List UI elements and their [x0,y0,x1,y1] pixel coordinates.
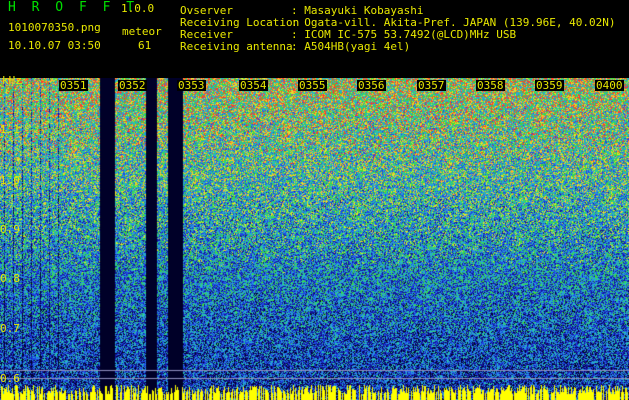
x-tick-label: 0358 [476,79,505,92]
app-title: H R O F F T [8,0,139,15]
capture-datetime: 10.10.07 03:50 [8,39,101,52]
x-tick-label: 0354 [239,79,268,92]
x-tick-label: 0353 [177,79,206,92]
y-tick-label: 0.8 [0,272,20,285]
x-tick-label: 0355 [298,79,327,92]
antenna-value: : A504HB(yagi 4el) [291,40,411,53]
x-tick-label: 0352 [118,79,147,92]
x-tick-label: 0356 [357,79,386,92]
x-tick-label: 0359 [535,79,564,92]
x-tick-label: 0351 [59,79,88,92]
y-tick-label: 0.9 [0,223,20,236]
x-tick-label: 0400 [595,79,624,92]
meteor-count: 61 [138,39,152,52]
freq-unit-label: kHz [2,74,22,87]
hroft-window: H R O F F T 1.0.0 1010070350.png 10.10.0… [0,0,629,400]
y-tick-label: 0.7 [0,322,20,335]
y-tick-label: 0.6 [0,372,20,385]
file-name: 1010070350.png [8,21,101,34]
y-tick-label: 1.1 [0,123,20,136]
app-version: 1.0.0 [121,2,155,15]
y-tick-label: 1.0 [0,174,20,187]
x-tick-label: 0357 [417,79,446,92]
spectrogram-plot [0,78,629,400]
meteor-label: meteor [122,25,162,38]
antenna-label: Receiving antenna [180,40,293,53]
